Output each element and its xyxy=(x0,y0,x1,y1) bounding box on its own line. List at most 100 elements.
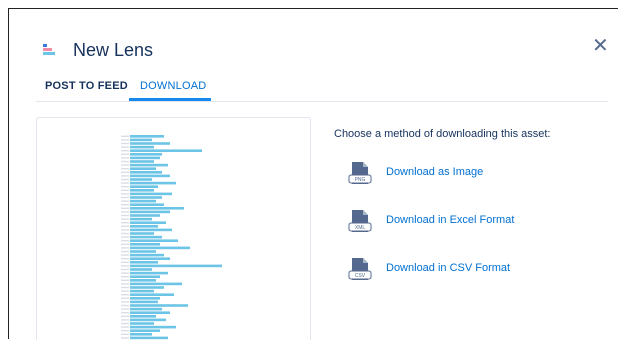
preview-label xyxy=(121,261,129,263)
preview-label xyxy=(121,204,129,206)
preview-label xyxy=(121,312,129,314)
preview-label xyxy=(121,286,129,289)
preview-label xyxy=(121,322,129,325)
download-image-label[interactable]: Download as Image xyxy=(386,166,483,178)
preview-bar xyxy=(130,145,154,149)
preview-label xyxy=(121,276,129,278)
preview-label xyxy=(121,229,129,231)
preview-bar xyxy=(130,199,156,203)
preview-bar xyxy=(130,246,190,250)
preview-bar xyxy=(130,171,162,174)
download-prompt: Choose a method of downloading this asse… xyxy=(334,128,551,140)
preview-bar xyxy=(130,210,170,214)
preview-label xyxy=(121,326,129,328)
preview-bar xyxy=(130,228,172,232)
preview-label xyxy=(121,157,129,159)
preview-bar xyxy=(130,300,158,304)
preview-label xyxy=(121,164,129,166)
preview-bar xyxy=(130,192,172,196)
preview-chart-thumbnail xyxy=(121,135,222,340)
preview-bar xyxy=(130,289,154,293)
preview-bar xyxy=(130,307,162,311)
preview-label xyxy=(121,240,129,242)
preview-bar xyxy=(130,275,160,278)
preview-label xyxy=(121,142,129,145)
preview-label xyxy=(121,247,129,249)
preview-label xyxy=(121,279,129,281)
preview-label xyxy=(121,232,129,235)
preview-bar xyxy=(130,261,158,264)
modal-title: New Lens xyxy=(73,40,154,60)
preview-label xyxy=(121,294,129,296)
preview-label xyxy=(121,315,129,317)
svg-text:CSV: CSV xyxy=(355,273,366,279)
preview-bar xyxy=(130,293,174,296)
download-excel-label[interactable]: Download in Excel Format xyxy=(386,214,514,226)
preview-label xyxy=(121,304,129,307)
window-top-border xyxy=(8,8,618,9)
preview-bar xyxy=(130,178,152,181)
preview-bar xyxy=(130,279,156,282)
preview-label xyxy=(121,268,129,271)
preview-bar xyxy=(130,304,188,307)
preview-label xyxy=(121,207,129,209)
lens-preview xyxy=(36,117,311,340)
preview-label xyxy=(121,193,129,195)
preview-bar xyxy=(130,160,154,163)
preview-label xyxy=(121,258,129,260)
preview-bar xyxy=(130,214,160,217)
preview-label xyxy=(121,182,129,184)
preview-bar xyxy=(130,196,162,199)
preview-bar xyxy=(130,257,170,260)
preview-label xyxy=(121,308,129,310)
preview-bar xyxy=(130,271,168,275)
preview-bar xyxy=(130,329,160,332)
window-left-border xyxy=(8,8,9,339)
preview-bar xyxy=(130,181,176,185)
preview-label xyxy=(121,283,129,285)
preview-bar xyxy=(130,286,164,289)
png-file-icon: PNG xyxy=(348,162,372,184)
tab-download[interactable]: DOWNLOAD xyxy=(140,80,206,92)
close-icon[interactable]: ✕ xyxy=(592,36,609,56)
preview-label xyxy=(121,139,129,141)
preview-label xyxy=(121,250,129,253)
preview-bar xyxy=(130,207,184,210)
preview-label xyxy=(121,297,129,299)
preview-bar xyxy=(130,167,156,170)
csv-file-icon: CSV xyxy=(348,258,372,280)
download-csv-label[interactable]: Download in CSV Format xyxy=(386,262,510,274)
preview-label xyxy=(121,171,129,173)
preview-label xyxy=(121,319,129,321)
tab-post-to-feed[interactable]: POST TO FEED xyxy=(45,80,128,92)
preview-bar xyxy=(130,138,152,142)
preview-bar xyxy=(130,142,170,145)
preview-label xyxy=(121,189,129,191)
preview-label xyxy=(121,196,129,199)
preview-bar xyxy=(130,185,158,188)
preview-label xyxy=(121,178,129,181)
preview-label xyxy=(121,175,129,177)
preview-label xyxy=(121,135,129,137)
tab-divider xyxy=(36,101,608,102)
preview-label xyxy=(121,290,129,292)
preview-label xyxy=(121,211,129,213)
preview-bar xyxy=(130,149,202,152)
modal: New Lens ✕ POST TO FEED DOWNLOAD Choose … xyxy=(0,0,625,340)
preview-label xyxy=(121,186,129,188)
preview-label xyxy=(121,214,129,217)
preview-label xyxy=(121,168,129,170)
preview-bar xyxy=(130,221,166,224)
preview-label xyxy=(121,200,129,202)
preview-bar xyxy=(130,203,164,206)
preview-label xyxy=(121,301,129,303)
preview-bar xyxy=(130,243,160,246)
lens-icon xyxy=(43,44,55,55)
preview-bar xyxy=(130,282,182,286)
preview-label xyxy=(121,265,129,267)
preview-label xyxy=(121,160,129,163)
preview-bar xyxy=(130,156,160,160)
preview-bar xyxy=(130,264,222,268)
preview-bar xyxy=(130,135,164,138)
preview-label xyxy=(121,146,129,148)
